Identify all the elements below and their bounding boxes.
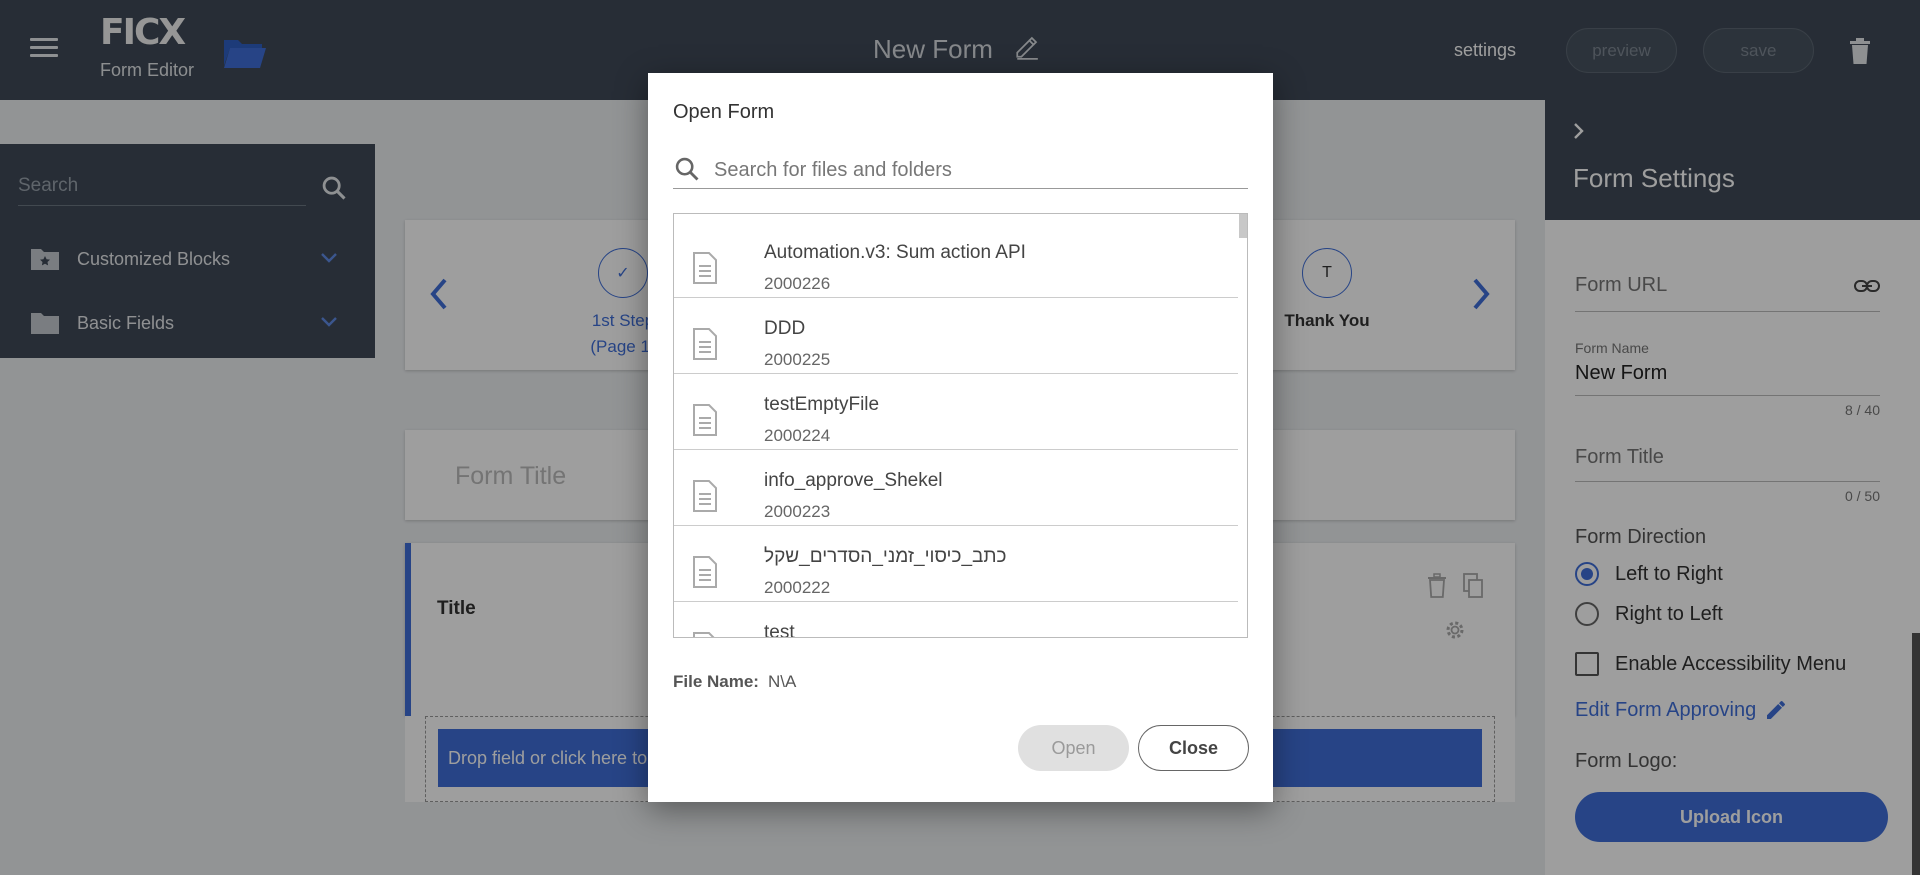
file-item[interactable]: testEmptyFile 2000224 [674, 374, 1238, 450]
file-name: testEmptyFile [764, 394, 880, 415]
document-icon [693, 252, 717, 284]
file-search-field[interactable] [673, 153, 1248, 189]
file-id: 2000222 [764, 578, 831, 597]
open-button[interactable]: Open [1018, 725, 1129, 771]
search-icon [675, 157, 699, 181]
file-name: Automation.v3: Sum action API [764, 242, 1026, 263]
file-name-value: N\A [768, 672, 797, 691]
open-form-dialog: Open Form Automation.v3: Sum action API … [648, 73, 1273, 802]
file-id: 2000226 [764, 274, 831, 293]
document-icon [693, 480, 717, 512]
dialog-title: Open Form [673, 101, 775, 123]
file-item[interactable]: test [674, 602, 1238, 638]
file-id: 2000223 [764, 502, 831, 521]
document-icon [693, 328, 717, 360]
file-name: info_approve_Shekel [764, 470, 943, 491]
file-name: כתב_כיסוי_זמני_הסדרים_שקל [764, 546, 1007, 567]
file-name: test [764, 622, 795, 638]
file-name-label: File Name: [673, 672, 759, 691]
file-name: DDD [764, 318, 806, 339]
document-icon [693, 556, 717, 588]
file-item[interactable]: DDD 2000225 [674, 298, 1238, 374]
file-item[interactable]: info_approve_Shekel 2000223 [674, 450, 1238, 526]
close-button[interactable]: Close [1138, 725, 1249, 771]
document-icon [693, 404, 717, 436]
file-id: 2000225 [764, 350, 831, 369]
file-search-input[interactable] [714, 153, 1244, 187]
file-list[interactable]: Automation.v3: Sum action API 2000226 DD… [673, 213, 1248, 638]
file-list-scrollbar[interactable] [1239, 214, 1247, 238]
file-item[interactable]: כתב_כיסוי_זמני_הסדרים_שקל 2000222 [674, 526, 1238, 602]
document-icon [693, 632, 715, 637]
file-id: 2000224 [764, 426, 831, 445]
file-item[interactable]: Automation.v3: Sum action API 2000226 [674, 222, 1238, 298]
